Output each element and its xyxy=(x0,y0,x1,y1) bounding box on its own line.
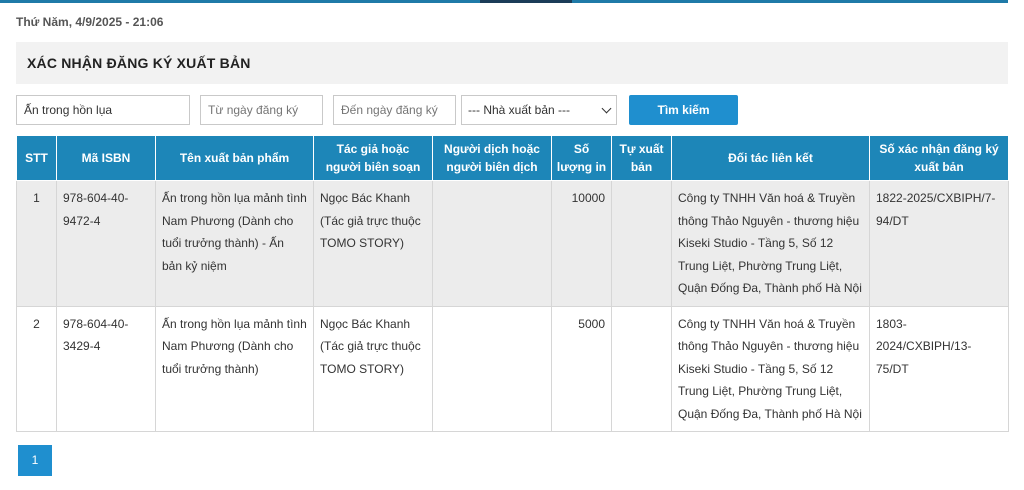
col-header-stt: STT xyxy=(16,135,57,181)
table-row: 1 978-604-40-9472-4 Ấn trong hồn lụa mản… xyxy=(16,180,1009,307)
cell-confirmation-no: 1803-2024/CXBIPH/13-75/DT xyxy=(869,305,1009,432)
col-header-translator: Người dịch hoặc người biên dịch xyxy=(432,135,552,181)
to-date-input[interactable] xyxy=(333,95,456,125)
col-header-quantity: Số lượng in xyxy=(551,135,612,181)
col-header-isbn: Mã ISBN xyxy=(56,135,156,181)
cell-title: Ấn trong hồn lụa mảnh tình Nam Phương (D… xyxy=(155,180,314,307)
cell-title: Ấn trong hồn lụa mảnh tình Nam Phương (D… xyxy=(155,305,314,432)
results-table: STT Mã ISBN Tên xuất bản phẩm Tác giả ho… xyxy=(16,135,1009,432)
cell-self-published xyxy=(611,180,672,307)
cell-quantity: 5000 xyxy=(551,305,612,432)
publisher-select-value: --- Nhà xuất bản --- xyxy=(468,103,571,117)
page-title: XÁC NHẬN ĐĂNG KÝ XUẤT BẢN xyxy=(27,55,251,71)
cell-author: Ngọc Bác Khanh (Tác giả trực thuộc TOMO … xyxy=(313,180,433,307)
cell-translator xyxy=(432,305,552,432)
section-header: XÁC NHẬN ĐĂNG KÝ XUẤT BẢN xyxy=(16,42,1008,84)
search-button[interactable]: Tìm kiếm xyxy=(629,95,738,125)
cell-partner: Công ty TNHH Văn hoá & Truyền thông Thảo… xyxy=(671,305,870,432)
current-datetime: Thứ Năm, 4/9/2025 - 21:06 xyxy=(16,15,164,29)
cell-confirmation-no: 1822-2025/CXBIPH/7-94/DT xyxy=(869,180,1009,307)
top-nav-active-indicator xyxy=(480,0,572,3)
from-date-input[interactable] xyxy=(200,95,323,125)
cell-stt: 1 xyxy=(16,180,57,307)
table-header-row: STT Mã ISBN Tên xuất bản phẩm Tác giả ho… xyxy=(16,135,1009,181)
cell-partner: Công ty TNHH Văn hoá & Truyền thông Thảo… xyxy=(671,180,870,307)
pagination-page-1[interactable]: 1 xyxy=(18,445,52,476)
chevron-down-icon xyxy=(601,103,612,113)
col-header-title: Tên xuất bản phẩm xyxy=(155,135,314,181)
cell-translator xyxy=(432,180,552,307)
cell-isbn: 978-604-40-9472-4 xyxy=(56,180,156,307)
keyword-search-input[interactable] xyxy=(16,95,190,125)
col-header-partner: Đối tác liên kết xyxy=(671,135,870,181)
col-header-self-published: Tự xuất bản xyxy=(611,135,672,181)
publisher-select[interactable]: --- Nhà xuất bản --- xyxy=(461,95,617,125)
table-row: 2 978-604-40-3429-4 Ấn trong hồn lụa mản… xyxy=(16,305,1009,432)
col-header-author: Tác giả hoặc người biên soạn xyxy=(313,135,433,181)
cell-stt: 2 xyxy=(16,305,57,432)
cell-author: Ngọc Bác Khanh (Tác giả trực thuộc TOMO … xyxy=(313,305,433,432)
cell-isbn: 978-604-40-3429-4 xyxy=(56,305,156,432)
cell-self-published xyxy=(611,305,672,432)
col-header-confirmation-no: Số xác nhận đăng ký xuất bản xyxy=(869,135,1009,181)
cell-quantity: 10000 xyxy=(551,180,612,307)
